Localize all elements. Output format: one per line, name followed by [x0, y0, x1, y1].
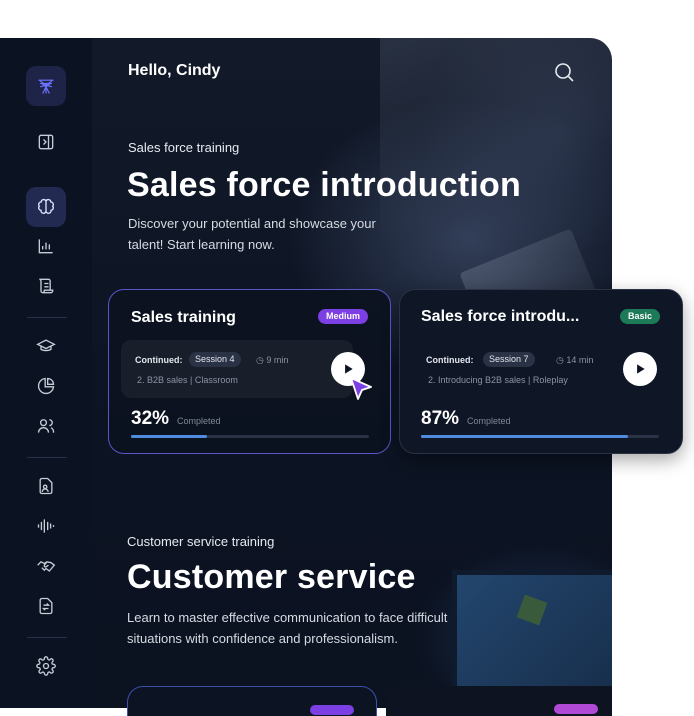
sidebar	[0, 38, 92, 708]
play-button[interactable]	[623, 352, 657, 386]
lesson-label: 2. Introducing B2B sales | Roleplay	[428, 375, 568, 385]
play-icon	[637, 364, 645, 374]
section-title: Sales force introduction	[127, 166, 521, 204]
section-eyebrow: Sales force training	[128, 140, 240, 155]
course-card[interactable]: Sales force introdu... Basic Continued: …	[399, 289, 683, 454]
level-badge	[310, 705, 354, 715]
scroll-icon[interactable]	[26, 266, 66, 306]
description-line: talent! Start learning now.	[128, 237, 275, 252]
search-icon[interactable]	[552, 60, 576, 84]
duration: ◷ 9 min	[256, 355, 288, 366]
users-icon[interactable]	[26, 406, 66, 446]
description-line: Learn to master effective communication …	[127, 610, 448, 625]
course-title: Sales training	[131, 309, 236, 326]
section-eyebrow: Customer service training	[127, 534, 275, 549]
section-description: Learn to master effective communication …	[127, 607, 447, 649]
brain-icon[interactable]	[26, 187, 66, 227]
completed-label: Completed	[177, 416, 221, 426]
progress-percent: 32%	[131, 408, 170, 429]
document-transfer-icon[interactable]	[26, 586, 66, 626]
completed-label: Completed	[467, 416, 511, 426]
handshake-icon[interactable]	[26, 546, 66, 586]
level-badge: Medium	[317, 309, 368, 324]
session-chip: Session 4	[189, 352, 241, 367]
progress-track	[131, 435, 369, 438]
level-badge	[554, 704, 598, 714]
continue-panel[interactable]: Continued: Session 4 ◷ 9 min 2. B2B sale…	[121, 340, 353, 398]
logo-icon[interactable]	[26, 66, 66, 106]
greeting: Hello, Cindy	[128, 62, 221, 79]
duration: ◷ 14 min	[556, 355, 593, 366]
collapse-sidebar-icon[interactable]	[26, 122, 66, 162]
pie-chart-icon[interactable]	[26, 366, 66, 406]
mouse-cursor-icon	[350, 377, 372, 400]
graduation-cap-icon[interactable]	[26, 326, 66, 366]
play-icon	[345, 364, 353, 374]
lesson-label: 2. B2B sales | Classroom	[137, 375, 238, 385]
continued-label: Continued:	[135, 355, 183, 365]
progress-fill	[421, 435, 629, 438]
section-description: Discover your potential and showcase you…	[128, 213, 376, 255]
course-title: Sales force introdu...	[421, 308, 580, 325]
document-user-icon[interactable]	[26, 466, 66, 506]
clock-icon: ◷	[556, 355, 564, 365]
duration-text: 14 min	[566, 355, 594, 365]
description-line: Discover your potential and showcase you…	[128, 216, 376, 231]
progress-percent: 87%	[421, 408, 460, 429]
course-card[interactable]: Sales training Medium Continued: Session…	[108, 289, 391, 454]
continued-label: Continued:	[426, 355, 474, 365]
settings-icon[interactable]	[26, 646, 66, 686]
course-card-peek[interactable]	[127, 686, 377, 716]
continue-panel[interactable]: Continued: Session 7 ◷ 14 min 2. Introdu…	[412, 340, 612, 398]
duration-text: 9 min	[266, 355, 289, 365]
bar-chart-icon[interactable]	[26, 226, 66, 266]
progress-fill	[131, 435, 208, 438]
clock-icon: ◷	[256, 355, 264, 365]
section-title: Customer service	[127, 558, 416, 596]
progress-track	[421, 435, 659, 438]
level-badge: Basic	[619, 309, 660, 324]
session-chip: Session 7	[483, 352, 535, 367]
course-card-peek[interactable]	[386, 686, 612, 716]
description-line: situations with confidence and professio…	[127, 631, 398, 646]
audio-wave-icon[interactable]	[26, 506, 66, 546]
